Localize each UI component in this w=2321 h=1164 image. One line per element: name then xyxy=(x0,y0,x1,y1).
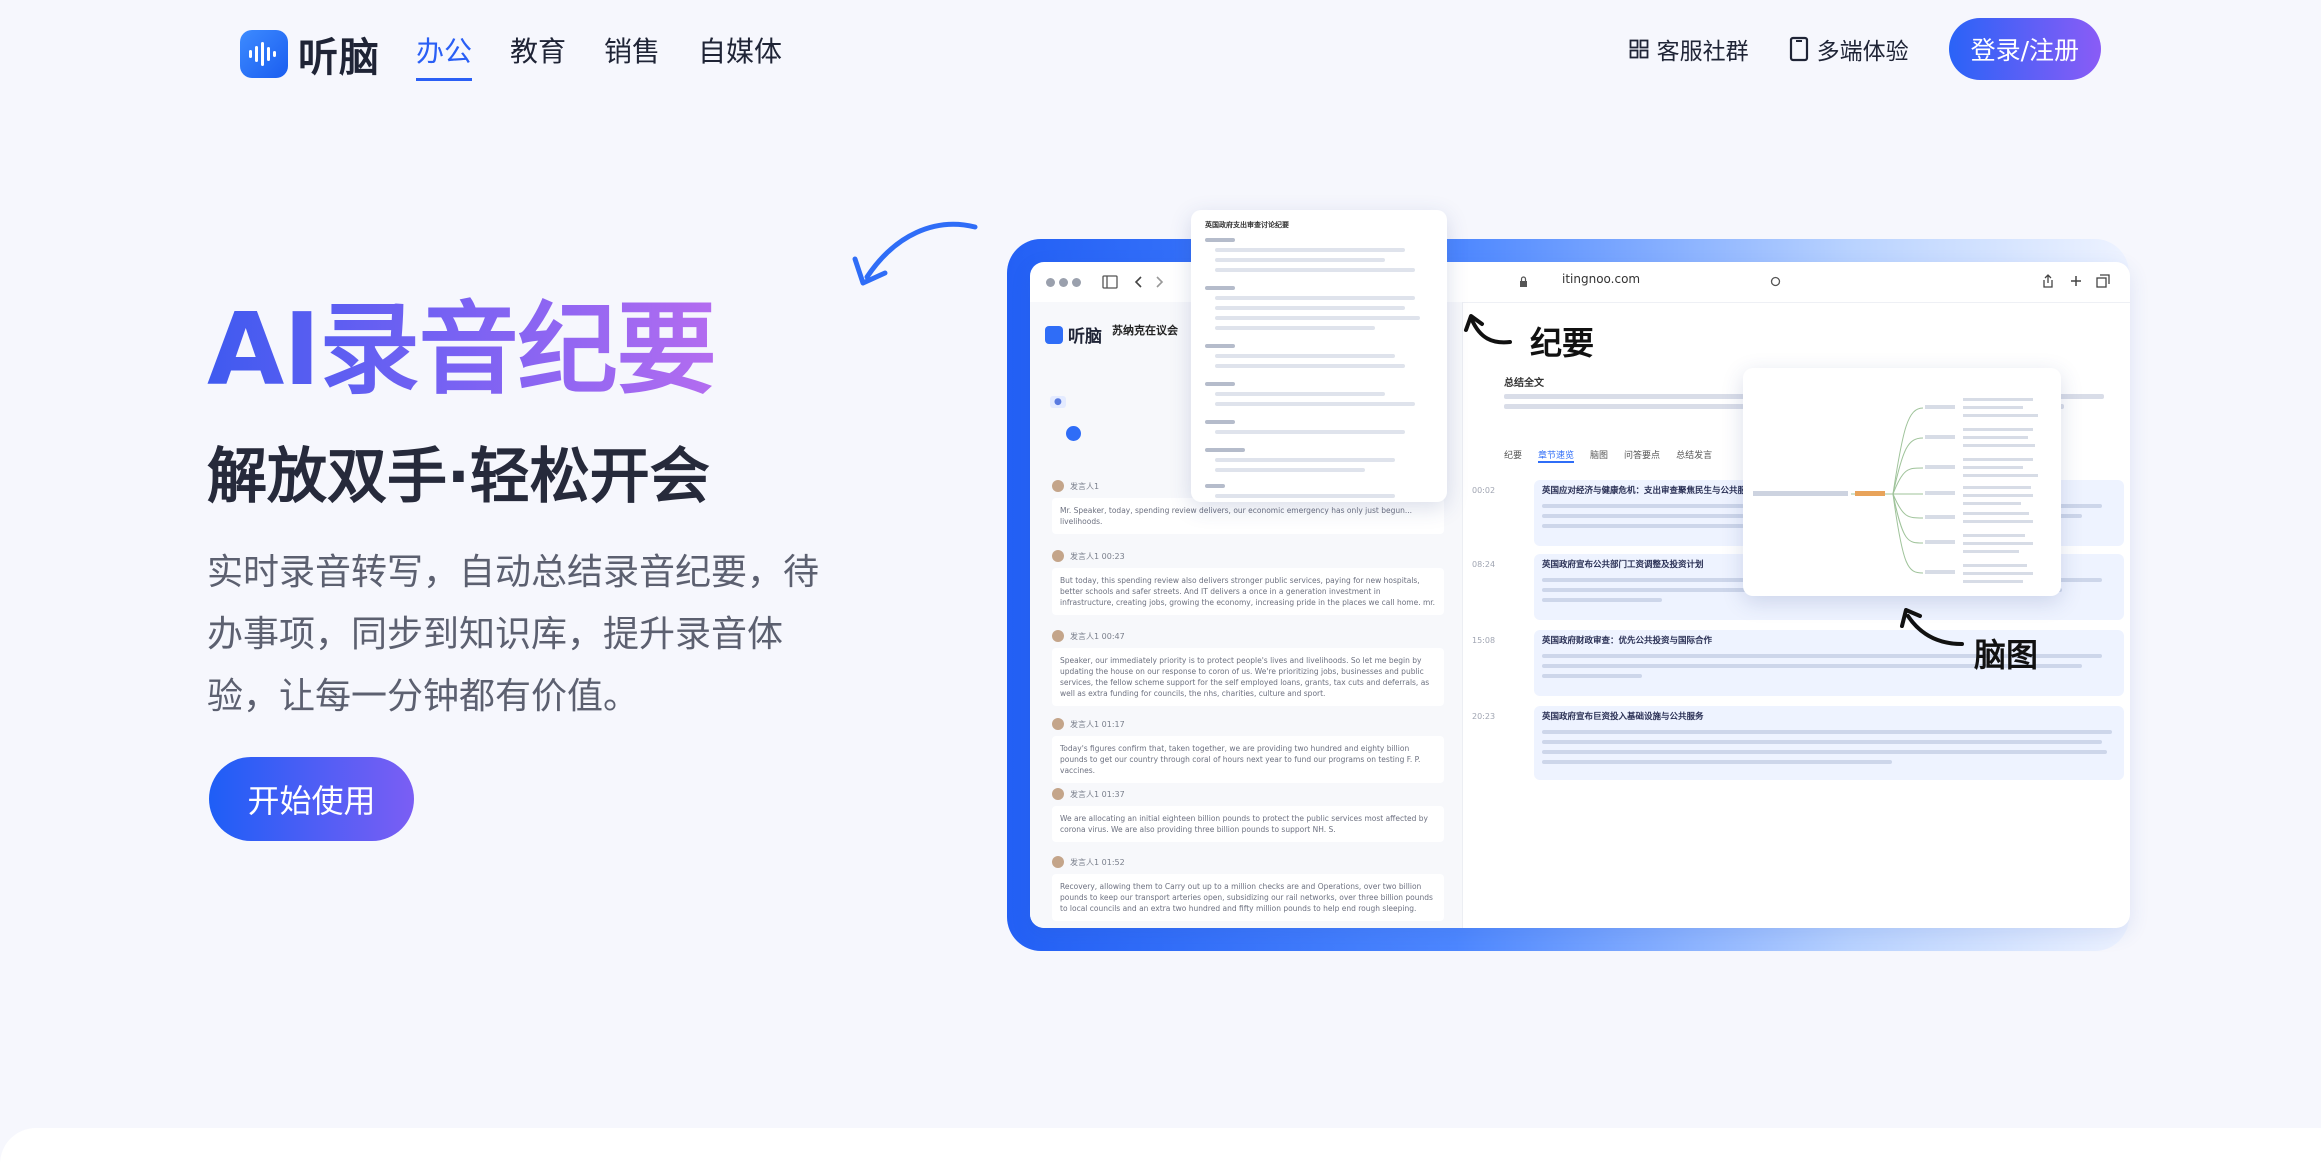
transcript-text: Recovery, allowing them to Carry out up … xyxy=(1052,874,1444,921)
recording-tag-icon: ● xyxy=(1050,396,1066,408)
tablet-icon xyxy=(1789,36,1808,62)
speaker-name: 发言人1 xyxy=(1070,857,1100,867)
window-dot xyxy=(1046,278,1055,287)
multi-device-link[interactable]: 多端体验 xyxy=(1789,32,1909,66)
mindmap-card xyxy=(1743,368,2061,596)
brand-logo[interactable]: 听脑 xyxy=(240,25,380,83)
avatar xyxy=(1052,856,1064,868)
tab-qa[interactable]: 问答要点 xyxy=(1624,448,1660,463)
browser-url: itingnoo.com xyxy=(1562,272,1641,286)
nav-links: 办公 教育 销售 自媒体 xyxy=(416,30,820,81)
transcript-text: We are allocating an initial eighteen bi… xyxy=(1052,806,1444,842)
transcript-item: 发言人1 01:52 Recovery, allowing them to Ca… xyxy=(1052,854,1444,921)
sidebar-icon xyxy=(1102,275,1118,289)
transcript-text: Mr. Speaker, today, spending review deli… xyxy=(1052,498,1444,534)
nav-link-education[interactable]: 教育 xyxy=(510,30,566,81)
timestamp: 01:37 xyxy=(1101,789,1125,799)
chapter-title: 英国政府宣布巨资投入基础设施与公共服务 xyxy=(1542,712,1704,722)
tab-chapters[interactable]: 章节速览 xyxy=(1538,448,1575,463)
hero-subtitle: 解放双手·轻松开会 xyxy=(207,442,710,512)
timestamp: 01:52 xyxy=(1101,857,1125,867)
login-register-button[interactable]: 登录/注册 xyxy=(1948,18,2101,80)
window-dot xyxy=(1059,278,1068,287)
tab-speech-summary[interactable]: 总结发言 xyxy=(1676,448,1712,463)
tabs-icon xyxy=(2096,274,2110,288)
mindmap-diagram-icon xyxy=(1753,398,2038,583)
transcript-item: 发言人1 01:17 Today's figures confirm that,… xyxy=(1052,716,1444,783)
hero-title: AI录音纪要 xyxy=(207,291,717,408)
speaker-name: 发言人1 xyxy=(1070,789,1100,799)
logo-wave-icon xyxy=(240,30,288,78)
community-link[interactable]: 客服社群 xyxy=(1629,32,1749,66)
community-label: 客服社群 xyxy=(1656,39,1749,65)
chapter-time: 00:02 xyxy=(1472,486,1496,495)
meeting-title: 苏纳克在议会 xyxy=(1112,324,1178,337)
avatar xyxy=(1052,480,1064,492)
minutes-outline-card: 英国政府支出审查讨论纪要 xyxy=(1191,210,1447,502)
chapter-time: 15:08 xyxy=(1472,636,1496,645)
avatar xyxy=(1052,788,1064,800)
nav-right: 客服社群 多端体验 登录/注册 xyxy=(1629,18,2101,80)
top-nav: 听脑 办公 教育 销售 自媒体 客服社群 多端体验 登录/注册 xyxy=(0,0,2321,100)
timestamp: 00:47 xyxy=(1101,631,1125,641)
chapter-title: 英国政府宣布公共部门工资调整及投资计划 xyxy=(1542,560,1704,570)
new-tab-icon xyxy=(2071,276,2081,286)
tab-minutes[interactable]: 纪要 xyxy=(1504,448,1522,463)
chapter-card[interactable]: 英国政府宣布巨资投入基础设施与公共服务 xyxy=(1534,706,2124,780)
speaker-name: 发言人1 xyxy=(1070,551,1100,561)
hero-description: 实时录音转写，自动总结录音纪要，待办事项，同步到知识库，提升录音体验，让每一分钟… xyxy=(207,552,820,717)
speaker-name: 发言人1 xyxy=(1070,719,1100,729)
nav-link-sales[interactable]: 销售 xyxy=(604,30,660,81)
chapter-title: 英国应对经济与健康危机：支出审查聚焦民生与公共服务 xyxy=(1542,486,1755,496)
speaker-name: 发言人1 xyxy=(1070,481,1100,491)
window-dot xyxy=(1072,278,1081,287)
chapter-title: 英国政府财政审查：优先公共投资与国际合作 xyxy=(1542,636,1713,646)
mindmap-annotation: 脑图 xyxy=(1974,636,2039,674)
nav-link-media[interactable]: 自媒体 xyxy=(698,30,782,81)
timestamp: 01:17 xyxy=(1101,719,1125,729)
multi-device-label: 多端体验 xyxy=(1816,39,1909,65)
transcript-text: But today, this spending review also del… xyxy=(1052,568,1444,615)
reload-icon xyxy=(1770,276,1781,287)
pointer-arrow-icon xyxy=(1900,608,1964,646)
play-icon[interactable] xyxy=(1066,426,1081,441)
transcript-item: 发言人1 01:37 We are allocating an initial … xyxy=(1052,786,1444,842)
forward-icon xyxy=(1156,276,1164,288)
transcript-item: 发言人1 00:47 Speaker, our immediately prio… xyxy=(1052,628,1444,706)
transcript-text: Speaker, our immediately priority is to … xyxy=(1052,648,1444,706)
speaker-name: 发言人1 xyxy=(1070,631,1100,641)
grid-icon xyxy=(1629,39,1648,59)
app-logo-icon xyxy=(1045,325,1063,344)
transcript-text: Today's figures confirm that, taken toge… xyxy=(1052,736,1444,783)
curved-arrow-icon xyxy=(852,221,978,286)
app-brand: 听脑 xyxy=(1068,327,1102,347)
tab-mindmap[interactable]: 脑图 xyxy=(1590,448,1608,463)
chapter-time: 08:24 xyxy=(1472,560,1496,569)
app-logo: 听脑 xyxy=(1045,322,1102,347)
share-icon xyxy=(2043,274,2053,288)
brand-name: 听脑 xyxy=(298,35,380,81)
chapter-time: 20:23 xyxy=(1472,712,1496,721)
summary-label: 总结全文 xyxy=(1504,378,1544,389)
start-using-button[interactable]: 开始使用 xyxy=(209,757,414,841)
avatar xyxy=(1052,718,1064,730)
pointer-arrow-icon xyxy=(1464,314,1512,345)
back-icon xyxy=(1134,276,1142,288)
outline-title: 英国政府支出审查讨论纪要 xyxy=(1205,221,1289,229)
transcript-item: 发言人1 00:23 But today, this spending revi… xyxy=(1052,548,1444,615)
nav-link-office[interactable]: 办公 xyxy=(416,30,473,81)
lock-icon xyxy=(1520,276,1527,287)
minutes-annotation: 纪要 xyxy=(1530,324,1595,362)
avatar xyxy=(1052,550,1064,562)
timestamp: 00:23 xyxy=(1101,551,1125,561)
summary-tabs: 纪要 章节速览 脑图 问答要点 总结发言 xyxy=(1504,448,1728,463)
avatar xyxy=(1052,630,1064,642)
page-bottom-section xyxy=(0,1128,2321,1164)
